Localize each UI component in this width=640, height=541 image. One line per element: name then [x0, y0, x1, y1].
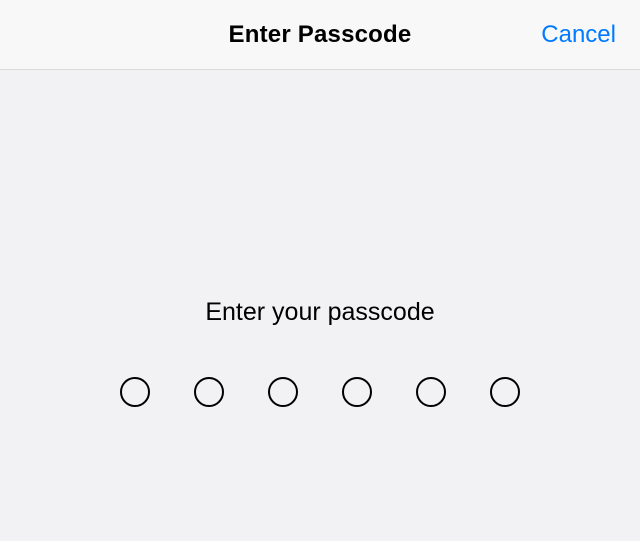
- cancel-button[interactable]: Cancel: [541, 21, 616, 49]
- passcode-dot-1: [120, 377, 150, 407]
- passcode-dot-4: [342, 377, 372, 407]
- page-title: Enter Passcode: [229, 21, 412, 49]
- passcode-dot-6: [490, 377, 520, 407]
- passcode-content: Enter your passcode: [0, 70, 640, 407]
- passcode-dot-5: [416, 377, 446, 407]
- passcode-dots[interactable]: [120, 377, 520, 407]
- prompt-label: Enter your passcode: [205, 298, 434, 327]
- passcode-dot-2: [194, 377, 224, 407]
- passcode-dot-3: [268, 377, 298, 407]
- header-bar: Enter Passcode Cancel: [0, 0, 640, 70]
